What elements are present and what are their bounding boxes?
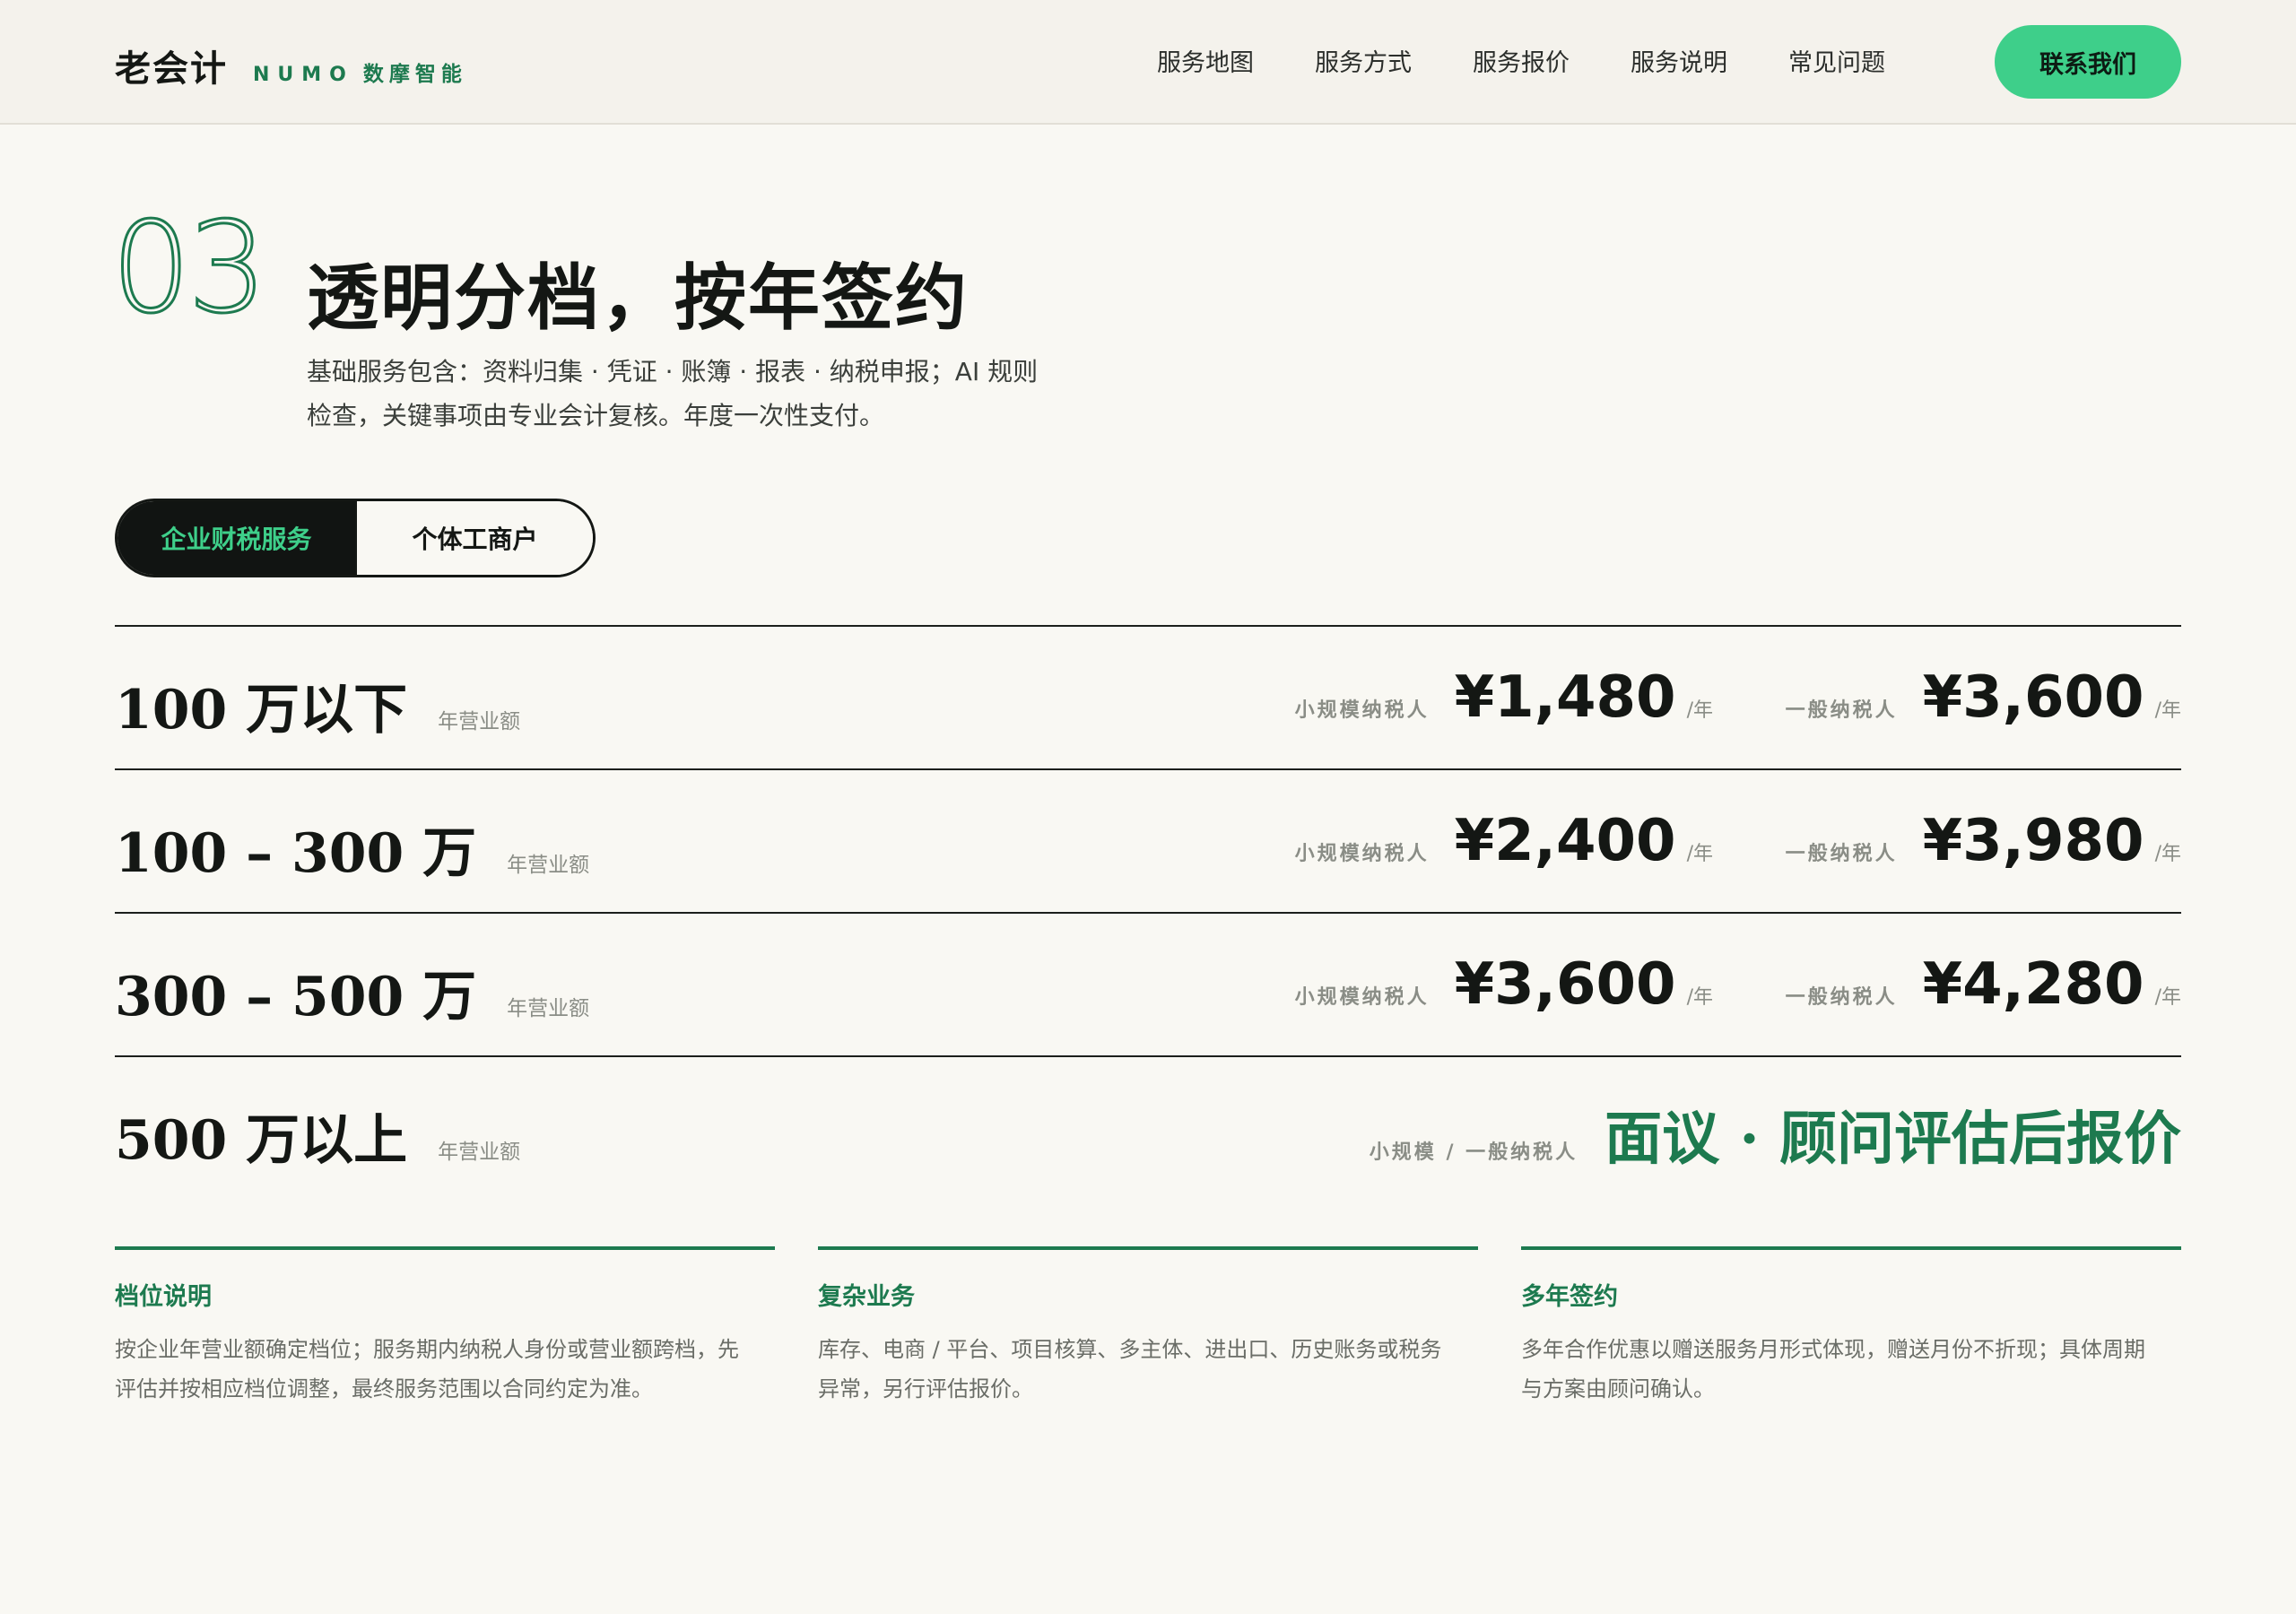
price-table: 100 万以下 年营业额 小规模纳税人 ¥1,480 /年 一般纳税人 ¥3,6…	[115, 625, 2181, 1199]
note-card: 多年签约 多年合作优惠以赠送服务月形式体现，赠送月份不折现；具体周期 与方案由顾…	[1521, 1246, 2181, 1409]
main-nav: 服务地图 服务方式 服务报价 服务说明 常见问题	[1157, 43, 1946, 78]
revenue-note: 年营业额	[438, 1141, 521, 1164]
small-taxpayer-label: 小规模纳税人	[1294, 986, 1430, 1009]
price-unit: /年	[2154, 986, 2181, 1009]
note-body: 按企业年营业额确定档位；服务期内纳税人身份或营业额跨档，先 评估并按相应档位调整…	[115, 1330, 775, 1409]
taxpayer-both-label: 小规模 / 一般纳税人	[1369, 1141, 1578, 1164]
row-label: 100 – 300 万 年营业额	[115, 810, 589, 888]
price-value: ¥3,600	[1922, 664, 2144, 731]
price-unit: /年	[2154, 843, 2181, 865]
revenue-note: 年营业额	[507, 854, 590, 877]
general-taxpayer-label: 一般纳税人	[1785, 699, 1898, 722]
price-row: 100 万以下 年营业额 小规模纳税人 ¥1,480 /年 一般纳税人 ¥3,6…	[115, 625, 2181, 768]
general-taxpayer-label: 一般纳税人	[1785, 843, 1898, 865]
price-row: 100 – 300 万 年营业额 小规模纳税人 ¥2,400 /年 一般纳税人 …	[115, 768, 2181, 912]
price-value: ¥3,600	[1454, 951, 1676, 1018]
note-line: 库存、电商 / 平台、项目核算、多主体、进出口、历史账务或税务	[818, 1337, 1442, 1362]
note-body: 多年合作优惠以赠送服务月形式体现，赠送月份不折现；具体周期 与方案由顾问确认。	[1521, 1330, 2181, 1409]
section-description: 基础服务包含：资料归集 · 凭证 · 账簿 · 报表 · 纳税申报；AI 规则 …	[307, 350, 1141, 438]
note-line: 异常，另行评估报价。	[818, 1376, 1033, 1401]
small-taxpayer-price: 小规模纳税人 ¥3,600 /年	[1295, 951, 1713, 1018]
note-title: 多年签约	[1521, 1283, 1618, 1311]
note-line: 多年合作优惠以赠送服务月形式体现，赠送月份不折现；具体周期	[1521, 1337, 2145, 1362]
row-label: 100 万以下 年营业额	[115, 666, 520, 744]
logo-chinese-name: 老会计	[115, 48, 228, 90]
logo-brand: NUMO	[253, 64, 354, 86]
price-unit: /年	[1686, 843, 1713, 865]
general-taxpayer-price: 一般纳税人 ¥4,280 /年	[1786, 951, 2181, 1018]
revenue-range: 100 万以下	[115, 679, 408, 742]
price-row: 300 – 500 万 年营业额 小规模纳税人 ¥3,600 /年 一般纳税人 …	[115, 912, 2181, 1055]
logo-subtitle: 数摩智能	[362, 63, 467, 86]
small-taxpayer-price: 小规模纳税人 ¥2,400 /年	[1295, 808, 1713, 874]
logo[interactable]: 老会计 NUMO 数摩智能	[115, 39, 467, 91]
price-unit: /年	[1686, 986, 1713, 1009]
section-description-line: 基础服务包含：资料归集 · 凭证 · 账簿 · 报表 · 纳税申报；AI 规则	[307, 357, 1039, 386]
section-title: 透明分档，按年签约	[307, 256, 969, 340]
nav-faq[interactable]: 常见问题	[1788, 43, 1885, 78]
price-unit: /年	[1686, 699, 1713, 722]
small-taxpayer-label: 小规模纳税人	[1294, 699, 1430, 722]
note-line: 与方案由顾问确认。	[1521, 1376, 1715, 1401]
revenue-range: 100 – 300 万	[115, 822, 477, 885]
price-value: ¥4,280	[1922, 951, 2144, 1018]
nav-service-pricing[interactable]: 服务报价	[1473, 43, 1570, 78]
note-card: 档位说明 按企业年营业额确定档位；服务期内纳税人身份或营业额跨档，先 评估并按相…	[115, 1246, 775, 1409]
general-taxpayer-price: 一般纳税人 ¥3,980 /年	[1786, 808, 2181, 874]
price-value: ¥3,980	[1922, 808, 2144, 874]
service-type-tabs: 企业财税服务 个体工商户	[115, 499, 596, 577]
note-title: 复杂业务	[818, 1283, 915, 1311]
row-label: 500 万以上 年营业额	[115, 1097, 520, 1175]
general-taxpayer-label: 一般纳税人	[1785, 986, 1898, 1009]
row-label: 300 – 500 万 年营业额	[115, 953, 589, 1031]
note-title: 档位说明	[115, 1283, 212, 1311]
tab-individual-business[interactable]: 个体工商户	[355, 501, 593, 575]
tab-enterprise[interactable]: 企业财税服务	[117, 501, 355, 575]
general-taxpayer-price: 一般纳税人 ¥3,600 /年	[1786, 664, 2181, 731]
negotiable-price: 小规模 / 一般纳税人 面议 · 顾问评估后报价	[1370, 1093, 2181, 1176]
nav-service-notes[interactable]: 服务说明	[1631, 43, 1727, 78]
note-line: 评估并按相应档位调整，最终服务范围以合同约定为准。	[115, 1376, 653, 1401]
price-value: ¥1,480	[1454, 664, 1676, 731]
price-row-negotiable: 500 万以上 年营业额 小规模 / 一般纳税人 面议 · 顾问评估后报价	[115, 1055, 2181, 1199]
small-taxpayer-price: 小规模纳税人 ¥1,480 /年	[1295, 664, 1713, 731]
note-line: 按企业年营业额确定档位；服务期内纳税人身份或营业额跨档，先	[115, 1337, 739, 1362]
contact-us-button[interactable]: 联系我们	[1995, 25, 2181, 99]
price-unit: /年	[2154, 699, 2181, 722]
nav-service-map[interactable]: 服务地图	[1157, 43, 1254, 78]
revenue-note: 年营业额	[438, 710, 521, 733]
site-header: 老会计 NUMO 数摩智能 服务地图 服务方式 服务报价 服务说明 常见问题 联…	[0, 0, 2296, 125]
note-card: 复杂业务 库存、电商 / 平台、项目核算、多主体、进出口、历史账务或税务 异常，…	[818, 1246, 1478, 1409]
notes-section: 档位说明 按企业年营业额确定档位；服务期内纳税人身份或营业额跨档，先 评估并按相…	[115, 1246, 2181, 1409]
small-taxpayer-label: 小规模纳税人	[1294, 843, 1430, 865]
section-description-line: 检查，关键事项由专业会计复核。年度一次性支付。	[307, 401, 885, 430]
negotiable-text: 面议 · 顾问评估后报价	[1605, 1106, 2181, 1173]
price-value: ¥2,400	[1454, 808, 1676, 874]
revenue-range: 500 万以上	[115, 1109, 408, 1172]
nav-service-mode[interactable]: 服务方式	[1315, 43, 1412, 78]
revenue-range: 300 – 500 万	[115, 966, 477, 1028]
note-body: 库存、电商 / 平台、项目核算、多主体、进出口、历史账务或税务 异常，另行评估报…	[818, 1330, 1478, 1409]
revenue-note: 年营业额	[507, 997, 590, 1020]
section-number: 03	[109, 195, 268, 342]
